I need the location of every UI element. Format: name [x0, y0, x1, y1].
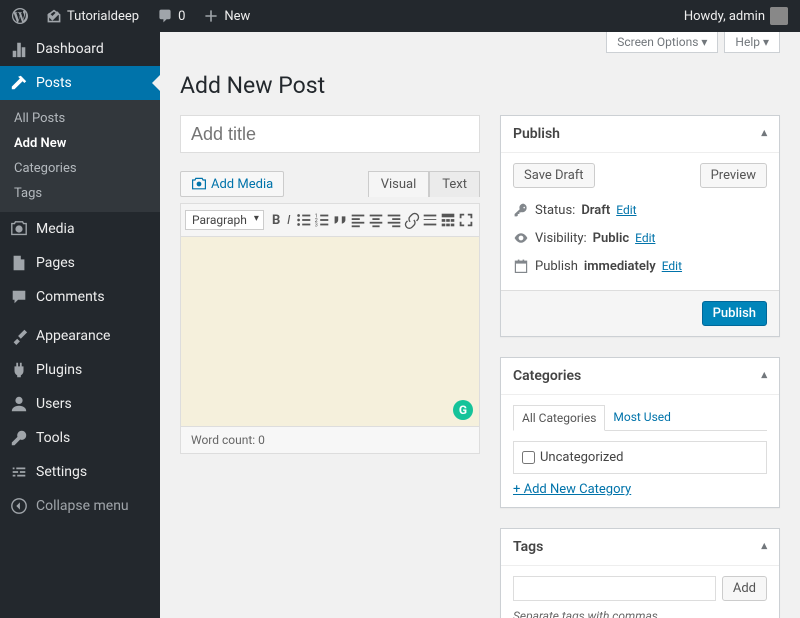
menu-appearance[interactable]: Appearance [0, 319, 160, 353]
italic-icon[interactable]: I [282, 207, 295, 233]
new-label: New [224, 9, 250, 24]
submenu-all-posts[interactable]: All Posts [0, 106, 160, 131]
submenu-categories[interactable]: Categories [0, 156, 160, 181]
screen-meta-links: Screen Options ▾ Help ▾ [600, 32, 780, 53]
numbered-list-icon[interactable]: 123 [313, 207, 331, 233]
link-icon[interactable] [403, 207, 421, 233]
menu-label: Appearance [36, 328, 110, 344]
screen-options-toggle[interactable]: Screen Options ▾ [606, 32, 718, 53]
edit-schedule-link[interactable]: Edit [662, 259, 682, 273]
cat-tab-all[interactable]: All Categories [513, 405, 605, 431]
menu-label: Comments [36, 289, 105, 305]
help-toggle[interactable]: Help ▾ [724, 32, 780, 53]
tags-box: Tags Add Separate tags with commas Choos… [500, 528, 780, 618]
preview-button[interactable]: Preview [700, 163, 767, 188]
menu-label: Tools [36, 430, 70, 446]
align-left-icon[interactable] [349, 207, 367, 233]
menu-tools[interactable]: Tools [0, 421, 160, 455]
site-name-text: Tutorialdeep [67, 9, 139, 24]
bullet-list-icon[interactable] [295, 207, 313, 233]
add-media-button[interactable]: Add Media [180, 171, 284, 197]
menu-comments[interactable]: Comments [0, 280, 160, 314]
menu-plugins[interactable]: Plugins [0, 353, 160, 387]
publish-heading[interactable]: Publish [501, 116, 779, 153]
grammarly-icon[interactable]: G [453, 400, 473, 420]
publish-box: Publish Save Draft Preview Status: Draft… [500, 115, 780, 337]
menu-posts[interactable]: Posts [0, 66, 160, 100]
bold-icon[interactable]: B [270, 207, 283, 233]
readmore-icon[interactable] [421, 207, 439, 233]
post-title-input[interactable] [180, 115, 480, 153]
cat-tab-most-used[interactable]: Most Used [605, 405, 679, 430]
collapse-menu[interactable]: Collapse menu [0, 489, 160, 523]
site-name-link[interactable]: Tutorialdeep [42, 8, 143, 24]
comments-count: 0 [178, 9, 185, 24]
menu-pages[interactable]: Pages [0, 246, 160, 280]
menu-label: Pages [36, 255, 75, 271]
add-category-link[interactable]: + Add New Category [513, 482, 767, 497]
edit-status-link[interactable]: Edit [616, 203, 636, 217]
menu-dashboard[interactable]: Dashboard [0, 32, 160, 66]
align-right-icon[interactable] [385, 207, 403, 233]
title-wrap [180, 115, 480, 153]
howdy-text: Howdy, admin [684, 9, 765, 24]
fullscreen-icon[interactable] [457, 207, 475, 233]
admin-toolbar: Tutorialdeep 0 New Howdy, admin [0, 0, 800, 32]
page-title: Add New Post [180, 63, 780, 103]
svg-text:3: 3 [315, 222, 318, 228]
new-menu[interactable]: New [199, 8, 254, 24]
toolbar-toggle-icon[interactable] [439, 207, 457, 233]
menu-label: Dashboard [36, 41, 104, 57]
tag-input[interactable] [513, 576, 716, 601]
align-center-icon[interactable] [367, 207, 385, 233]
category-checklist: Uncategorized [513, 441, 767, 474]
tab-text[interactable]: Text [429, 171, 480, 197]
key-icon [513, 202, 529, 218]
tab-visual[interactable]: Visual [368, 171, 430, 197]
eye-icon [513, 230, 529, 246]
schedule-row: Publish immediately Edit [513, 252, 767, 280]
submenu-tags[interactable]: Tags [0, 181, 160, 206]
menu-label: Media [36, 221, 75, 237]
editor-tabs: Visual Text [368, 171, 480, 197]
menu-posts-submenu: All Posts Add New Categories Tags [0, 100, 160, 212]
menu-label: Settings [36, 464, 87, 480]
format-select[interactable]: Paragraph [185, 210, 264, 230]
menu-users[interactable]: Users [0, 387, 160, 421]
tags-heading[interactable]: Tags [501, 529, 779, 566]
menu-settings[interactable]: Settings [0, 455, 160, 489]
admin-sidebar: Dashboard Posts All Posts Add New Catego… [0, 32, 160, 618]
menu-label: Users [36, 396, 72, 412]
blockquote-icon[interactable] [331, 207, 349, 233]
categories-box: Categories All Categories Most Used Unca… [500, 357, 780, 508]
publish-button[interactable]: Publish [702, 301, 767, 326]
calendar-icon [513, 258, 529, 274]
howdy-account[interactable]: Howdy, admin [680, 7, 792, 25]
word-count: Word count: 0 [180, 427, 480, 454]
main-content: Screen Options ▾ Help ▾ Add New Post Add… [160, 32, 800, 618]
editor-content-area[interactable]: G [180, 237, 480, 427]
status-row: Status: Draft Edit [513, 196, 767, 224]
editor-toolbar: Paragraph B I 123 [180, 203, 480, 237]
menu-media[interactable]: Media [0, 212, 160, 246]
visibility-row: Visibility: Public Edit [513, 224, 767, 252]
tag-add-button[interactable]: Add [722, 576, 767, 601]
submenu-add-new[interactable]: Add New [0, 131, 160, 156]
comments-link[interactable]: 0 [153, 8, 189, 24]
collapse-label: Collapse menu [36, 498, 129, 514]
add-media-label: Add Media [211, 177, 273, 192]
tags-howto: Separate tags with commas [513, 609, 767, 618]
categories-heading[interactable]: Categories [501, 358, 779, 395]
menu-label: Plugins [36, 362, 82, 378]
edit-visibility-link[interactable]: Edit [635, 231, 655, 245]
category-item-uncategorized[interactable]: Uncategorized [522, 450, 758, 465]
menu-label: Posts [36, 75, 72, 91]
save-draft-button[interactable]: Save Draft [513, 163, 595, 188]
wp-logo[interactable] [8, 8, 32, 24]
category-checkbox[interactable] [522, 451, 535, 464]
